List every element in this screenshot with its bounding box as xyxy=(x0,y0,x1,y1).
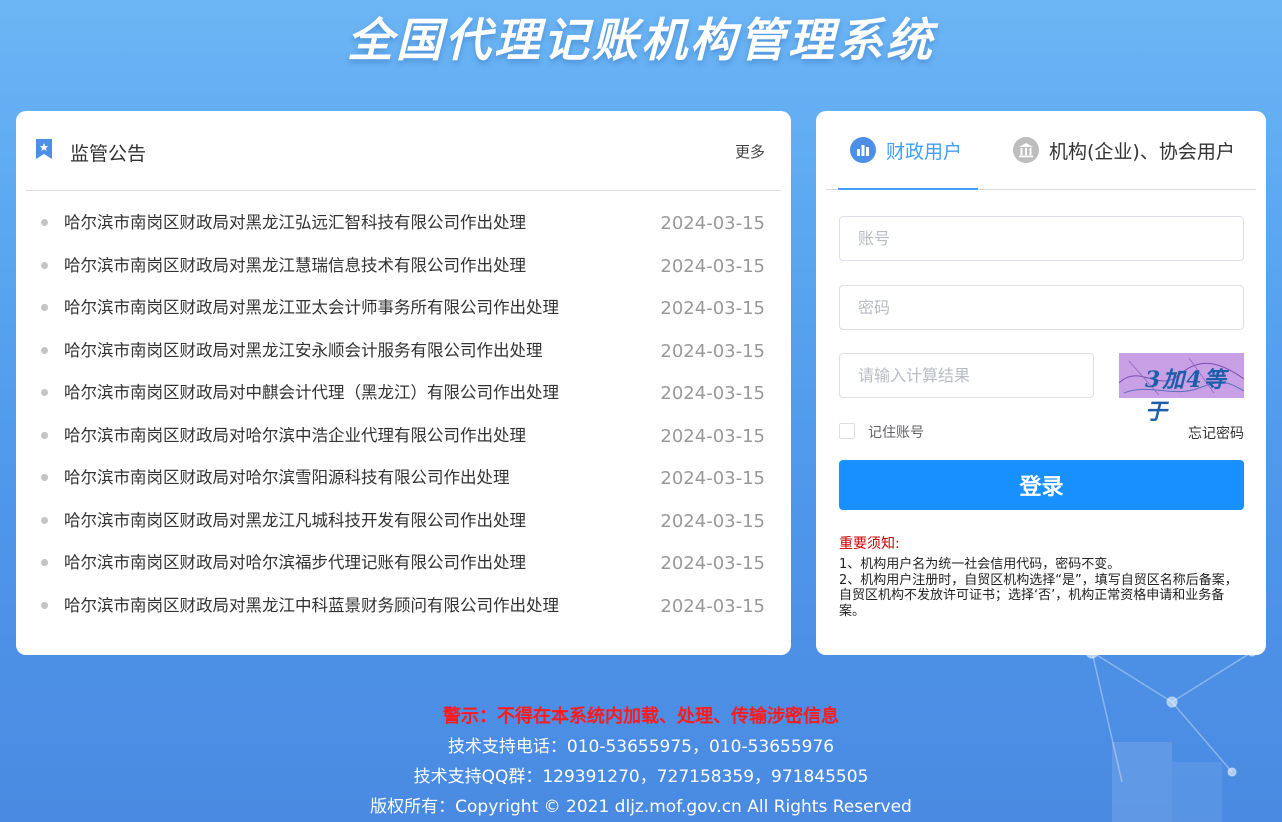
bullet-icon xyxy=(41,474,48,481)
login-button[interactable]: 登录 xyxy=(839,460,1244,510)
tab-finance-user[interactable]: 财政用户 xyxy=(838,135,978,190)
announcement-item[interactable]: 哈尔滨市南岗区财政局对哈尔滨福步代理记账有限公司作出处理 2024-03-15 xyxy=(26,545,781,588)
support-qq: 技术支持QQ群：129391270，727158359，971845505 xyxy=(413,767,869,787)
copyright: 版权所有：Copyright © 2021 dljz.mof.gov.cn Al… xyxy=(370,797,912,817)
bullet-icon xyxy=(41,389,48,396)
announcement-list: 哈尔滨市南岗区财政局对黑龙江弘远汇智科技有限公司作出处理 2024-03-15 哈… xyxy=(26,205,781,630)
login-tabs: 财政用户 机构(企业)、协会用户 xyxy=(826,111,1256,190)
announcement-text[interactable]: 哈尔滨市南岗区财政局对黑龙江安永顺会计服务有限公司作出处理 xyxy=(64,337,543,361)
announcement-date: 2024-03-15 xyxy=(660,213,765,234)
bullet-icon xyxy=(41,346,48,354)
bullet-icon xyxy=(41,304,48,311)
announcement-text[interactable]: 哈尔滨市南岗区财政局对哈尔滨雪阳源科技有限公司作出处理 xyxy=(64,464,510,488)
captcha-text: 3加4等于 xyxy=(1145,367,1228,425)
announcement-item[interactable]: 哈尔滨市南岗区财政局对黑龙江安永顺会计服务有限公司作出处理 2024-03-15 xyxy=(26,333,781,376)
announcement-date: 2024-03-15 xyxy=(660,383,765,404)
forgot-password-link[interactable]: 忘记密码 xyxy=(1188,423,1244,443)
security-warning: 警示：不得在本系统内加载、处理、传输涉密信息 xyxy=(443,706,839,727)
announcement-text[interactable]: 哈尔滨市南岗区财政局对黑龙江弘远汇智科技有限公司作出处理 xyxy=(64,209,526,233)
bullet-icon xyxy=(41,559,48,566)
tab-org-user[interactable]: 机构(企业)、协会用户 xyxy=(1001,135,1241,190)
announcement-header: 监管公告 更多 xyxy=(26,111,781,191)
announcement-date: 2024-03-15 xyxy=(660,425,765,447)
bullet-icon xyxy=(41,516,48,524)
captcha-image[interactable]: 3加4等于 xyxy=(1119,353,1244,425)
announcement-text[interactable]: 哈尔滨市南岗区财政局对黑龙江凡城科技开发有限公司作出处理 xyxy=(64,507,526,531)
support-phone: 技术支持电话：010-53655975，010-53655976 xyxy=(447,737,835,757)
tab-finance-label: 财政用户 xyxy=(886,141,963,163)
chart-icon xyxy=(850,137,876,163)
bullet-icon xyxy=(41,219,48,226)
account-input[interactable] xyxy=(839,216,1244,261)
notice-line: 2、机构用户注册时，自贸区机构选择“是”，填写自贸区名称后备案，自贸区机构不发放… xyxy=(839,572,1238,619)
announcement-text[interactable]: 哈尔滨市南岗区财政局对黑龙江慧瑞信息技术有限公司作出处理 xyxy=(64,252,526,276)
announcement-text[interactable]: 哈尔滨市南岗区财政局对哈尔滨福步代理记账有限公司作出处理 xyxy=(64,549,526,573)
more-link[interactable]: 更多 xyxy=(735,141,765,162)
login-panel: 财政用户 机构(企业)、协会用户 3加4等于 xyxy=(816,111,1266,655)
announcement-date: 2024-03-15 xyxy=(660,468,765,489)
notice-line: 1、机构用户名为统一社会信用代码，密码不变。 xyxy=(839,557,1121,572)
bookmark-icon xyxy=(36,139,52,159)
announcement-item[interactable]: 哈尔滨市南岗区财政局对中麒会计代理（黑龙江）有限公司作出处理 2024-03-15 xyxy=(26,375,781,418)
announcement-text[interactable]: 哈尔滨市南岗区财政局对中麒会计代理（黑龙江）有限公司作出处理 xyxy=(64,379,559,403)
footer: 警示：不得在本系统内加载、处理、传输涉密信息 技术支持电话：010-536559… xyxy=(0,702,1282,822)
announcement-text[interactable]: 哈尔滨市南岗区财政局对黑龙江亚太会计师事务所有限公司作出处理 xyxy=(64,294,559,318)
password-input[interactable] xyxy=(839,285,1244,330)
announcement-date: 2024-03-15 xyxy=(660,298,765,319)
important-notice-body: 1、机构用户名为统一社会信用代码，密码不变。 2、机构用户注册时，自贸区机构选择… xyxy=(839,557,1249,619)
announcement-text[interactable]: 哈尔滨市南岗区财政局对黑龙江中科蓝景财务顾问有限公司作出处理 xyxy=(64,592,559,616)
announcement-date: 2024-03-15 xyxy=(660,510,765,532)
announcement-text[interactable]: 哈尔滨市南岗区财政局对哈尔滨中浩企业代理有限公司作出处理 xyxy=(64,422,526,446)
announcement-item[interactable]: 哈尔滨市南岗区财政局对黑龙江弘远汇智科技有限公司作出处理 2024-03-15 xyxy=(26,205,781,248)
announcement-date: 2024-03-15 xyxy=(660,340,765,362)
announcement-item[interactable]: 哈尔滨市南岗区财政局对黑龙江中科蓝景财务顾问有限公司作出处理 2024-03-15 xyxy=(26,588,781,631)
announcement-item[interactable]: 哈尔滨市南岗区财政局对黑龙江慧瑞信息技术有限公司作出处理 2024-03-15 xyxy=(26,248,781,291)
remember-checkbox[interactable] xyxy=(839,423,855,439)
important-notice-title: 重要须知: xyxy=(839,536,900,552)
announcement-date: 2024-03-15 xyxy=(660,595,765,617)
announcement-item[interactable]: 哈尔滨市南岗区财政局对哈尔滨雪阳源科技有限公司作出处理 2024-03-15 xyxy=(26,460,781,503)
captcha-input[interactable] xyxy=(839,353,1094,398)
announcement-item[interactable]: 哈尔滨市南岗区财政局对黑龙江亚太会计师事务所有限公司作出处理 2024-03-15 xyxy=(26,290,781,333)
bullet-icon xyxy=(41,431,48,439)
bullet-icon xyxy=(41,261,48,269)
announcement-date: 2024-03-15 xyxy=(660,255,765,277)
tab-org-label: 机构(企业)、协会用户 xyxy=(1049,141,1235,163)
announcement-item[interactable]: 哈尔滨市南岗区财政局对黑龙江凡城科技开发有限公司作出处理 2024-03-15 xyxy=(26,503,781,546)
announcement-item[interactable]: 哈尔滨市南岗区财政局对哈尔滨中浩企业代理有限公司作出处理 2024-03-15 xyxy=(26,418,781,461)
announcement-title: 监管公告 xyxy=(70,143,147,165)
bullet-icon xyxy=(41,601,48,609)
announcement-panel: 监管公告 更多 哈尔滨市南岗区财政局对黑龙江弘远汇智科技有限公司作出处理 2024… xyxy=(16,111,791,655)
bank-icon xyxy=(1013,137,1039,163)
remember-label: 记住账号 xyxy=(868,425,924,441)
announcement-date: 2024-03-15 xyxy=(660,553,765,574)
site-title: 全国代理记账机构管理系统 xyxy=(347,13,935,67)
